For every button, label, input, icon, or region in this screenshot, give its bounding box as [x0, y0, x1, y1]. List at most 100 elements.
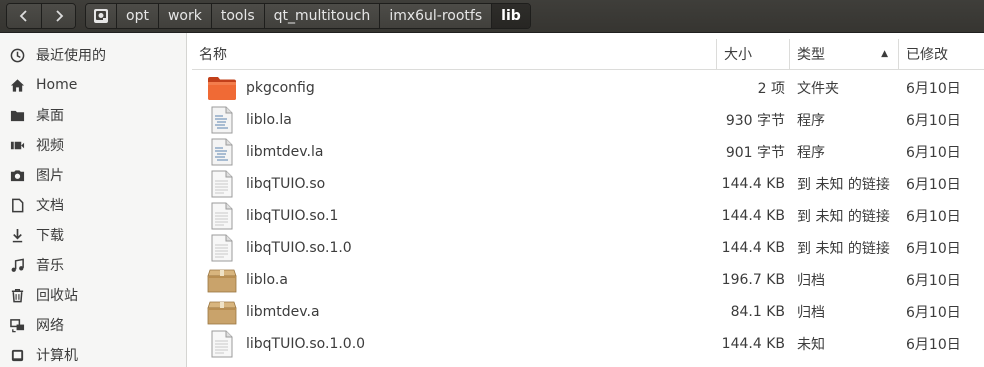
sidebar-item-label: 计算机 [36, 348, 78, 364]
sidebar-item-music[interactable]: 音乐 [0, 250, 186, 280]
archive-icon [207, 297, 237, 327]
file-modified: 6月10日 [906, 81, 961, 97]
sidebar-item-downloads[interactable]: 下载 [0, 220, 186, 250]
download-icon [9, 227, 25, 243]
sidebar-item-pictures[interactable]: 图片 [0, 160, 186, 190]
sidebar-item-desktop[interactable]: 桌面 [0, 100, 186, 130]
file-icon [207, 233, 237, 263]
breadcrumb-item[interactable]: qt_multitouch [263, 4, 380, 28]
file-size: 144.4 KB [721, 176, 785, 192]
file-type: 到 未知 的链接 [797, 209, 890, 225]
breadcrumb-root[interactable] [86, 4, 116, 28]
network-icon [9, 317, 25, 333]
column-header-type[interactable]: 类型 ▲ [790, 39, 899, 69]
script-file-icon [207, 137, 237, 167]
sidebar-item-label: 图片 [36, 168, 64, 184]
video-icon [9, 137, 25, 153]
file-type: 归档 [797, 273, 825, 289]
sidebar-item-videos[interactable]: 视频 [0, 130, 186, 160]
archive-icon [207, 265, 237, 295]
file-size: 196.7 KB [721, 272, 785, 288]
back-button[interactable] [7, 4, 41, 28]
column-header-label: 类型 [797, 47, 825, 63]
file-type: 文件夹 [797, 81, 839, 97]
table-row[interactable]: libmtdev.la 901 字节 程序 6月10日 [192, 136, 984, 168]
breadcrumb-item[interactable]: opt [116, 4, 158, 28]
sidebar-item-label: 桌面 [36, 108, 64, 124]
breadcrumb-item-current[interactable]: lib [491, 4, 530, 28]
sidebar-item-label: 网络 [36, 318, 64, 334]
table-row[interactable]: libqTUIO.so.1 144.4 KB 到 未知 的链接 6月10日 [192, 200, 984, 232]
table-row[interactable]: libqTUIO.so.1.0.0 144.4 KB 未知 6月10日 [192, 328, 984, 360]
file-modified: 6月10日 [906, 113, 961, 129]
file-name: liblo.a [246, 272, 288, 288]
table-row[interactable]: libqTUIO.so 144.4 KB 到 未知 的链接 6月10日 [192, 168, 984, 200]
file-modified: 6月10日 [906, 273, 961, 289]
file-type: 未知 [797, 337, 825, 353]
file-modified: 6月10日 [906, 177, 961, 193]
file-type: 归档 [797, 305, 825, 321]
breadcrumb-item[interactable]: tools [210, 4, 264, 28]
file-name: libqTUIO.so.1.0.0 [246, 336, 366, 352]
file-size: 2 项 [757, 81, 785, 97]
sidebar-item-computer[interactable]: 计算机 [0, 340, 186, 367]
file-type: 程序 [797, 113, 825, 129]
script-file-icon [207, 105, 237, 135]
file-name: liblo.la [246, 112, 292, 128]
drive-icon [94, 9, 108, 23]
column-header-size[interactable]: 大小 [717, 39, 790, 69]
breadcrumb: opt work tools qt_multitouch imx6ul-root… [85, 3, 531, 29]
column-header-label: 大小 [724, 47, 752, 63]
file-size: 144.4 KB [721, 336, 785, 352]
column-header-label: 已修改 [906, 47, 948, 63]
column-header: 名称 大小 类型 ▲ 已修改 [192, 39, 984, 70]
sidebar-item-documents[interactable]: 文档 [0, 190, 186, 220]
file-list: 名称 大小 类型 ▲ 已修改 pkgconfig 2 项 文件夹 6月10日 l… [188, 33, 984, 367]
nav-buttons [6, 3, 76, 29]
chevron-right-icon [55, 10, 63, 22]
file-name: libqTUIO.so [246, 176, 326, 192]
breadcrumb-item[interactable]: work [157, 4, 211, 28]
sidebar-item-label: 下载 [36, 228, 64, 244]
file-name: libmtdev.a [246, 304, 320, 320]
sidebar-item-label: Home [36, 77, 78, 93]
computer-icon [9, 347, 25, 363]
file-icon [207, 201, 237, 231]
forward-button[interactable] [41, 4, 75, 28]
table-row[interactable]: pkgconfig 2 项 文件夹 6月10日 [192, 72, 984, 104]
chevron-left-icon [19, 10, 27, 22]
sidebar: 最近使用的 Home 桌面 视频 图片 文档 下载 音乐 回收站 网络 计算机 [0, 33, 187, 367]
sidebar-item-recent[interactable]: 最近使用的 [0, 40, 186, 70]
file-modified: 6月10日 [906, 337, 961, 353]
sidebar-item-label: 音乐 [36, 258, 64, 274]
document-icon [9, 197, 25, 213]
file-size: 144.4 KB [721, 208, 785, 224]
column-header-modified[interactable]: 已修改 [899, 39, 984, 69]
table-row[interactable]: liblo.a 196.7 KB 归档 6月10日 [192, 264, 984, 296]
sidebar-item-label: 视频 [36, 138, 64, 154]
file-name: pkgconfig [246, 80, 315, 96]
file-name: libqTUIO.so.1.0 [246, 240, 352, 256]
home-icon [9, 77, 25, 93]
table-row[interactable]: libmtdev.a 84.1 KB 归档 6月10日 [192, 296, 984, 328]
file-modified: 6月10日 [906, 209, 961, 225]
file-icon [207, 329, 237, 359]
sidebar-item-label: 最近使用的 [36, 48, 106, 64]
sidebar-item-trash[interactable]: 回收站 [0, 280, 186, 310]
trash-icon [9, 287, 25, 303]
breadcrumb-item[interactable]: imx6ul-rootfs [379, 4, 492, 28]
file-size: 144.4 KB [721, 240, 785, 256]
column-header-label: 名称 [199, 47, 227, 63]
sort-ascending-icon: ▲ [881, 49, 888, 59]
sidebar-item-network[interactable]: 网络 [0, 310, 186, 340]
sidebar-item-label: 回收站 [36, 288, 78, 304]
folder-icon [9, 107, 25, 123]
column-header-name[interactable]: 名称 [192, 39, 717, 69]
file-modified: 6月10日 [906, 145, 961, 161]
table-row[interactable]: liblo.la 930 字节 程序 6月10日 [192, 104, 984, 136]
file-size: 901 字节 [725, 145, 785, 161]
sidebar-item-label: 文档 [36, 198, 64, 214]
table-row[interactable]: libqTUIO.so.1.0 144.4 KB 到 未知 的链接 6月10日 [192, 232, 984, 264]
camera-icon [9, 167, 25, 183]
sidebar-item-home[interactable]: Home [0, 70, 186, 100]
